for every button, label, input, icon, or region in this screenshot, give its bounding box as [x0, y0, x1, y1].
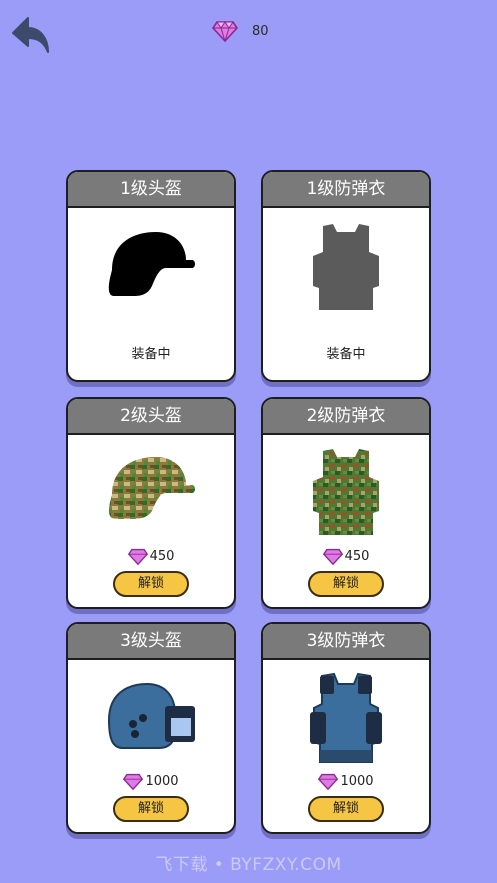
armor-card-helmet-2[interactable]: 2级头盔 450 解锁	[66, 397, 236, 609]
vest-silhouette-icon	[263, 222, 429, 314]
price-row: 1000	[263, 773, 429, 790]
armor-card-vest-2[interactable]: 2级防弹衣 450 解锁	[261, 397, 431, 609]
visor-helmet-icon	[68, 680, 234, 752]
gem-count: 80	[252, 23, 269, 39]
diamond-icon	[212, 21, 238, 42]
price-value: 450	[149, 549, 175, 564]
card-title: 1级防弹衣	[263, 172, 429, 208]
price-row: 450	[68, 548, 234, 565]
camo-helmet-icon	[68, 453, 234, 523]
armor-card-vest-1[interactable]: 1级防弹衣 装备中	[261, 170, 431, 382]
watermark: 飞下载 • BYFZXY.COM	[155, 855, 342, 875]
unlock-button[interactable]: 解锁	[113, 571, 189, 597]
armor-card-helmet-1[interactable]: 1级头盔 装备中	[66, 170, 236, 382]
diamond-icon	[322, 548, 343, 565]
helmet-silhouette-icon	[68, 230, 234, 300]
unlock-button[interactable]: 解锁	[308, 796, 384, 822]
back-arrow-icon	[12, 17, 49, 53]
diamond-icon	[127, 548, 148, 565]
armor-card-vest-3[interactable]: 3级防弹衣 1000 解锁	[261, 622, 431, 834]
equipped-label: 装备中	[326, 347, 366, 362]
back-button[interactable]	[10, 14, 54, 58]
price-value: 1000	[340, 774, 374, 789]
price-value: 450	[344, 549, 370, 564]
price-row: 1000	[68, 773, 234, 790]
card-title: 2级头盔	[68, 399, 234, 435]
tactical-vest-icon	[263, 672, 429, 766]
equipped-label: 装备中	[131, 347, 171, 362]
gem-counter: 80	[212, 18, 269, 44]
price-row: 450	[263, 548, 429, 565]
camo-vest-icon	[263, 447, 429, 539]
armor-card-helmet-3[interactable]: 3级头盔 1000 解锁	[66, 622, 236, 834]
card-title: 3级头盔	[68, 624, 234, 660]
diamond-icon	[318, 773, 339, 790]
diamond-icon	[123, 773, 144, 790]
card-title: 2级防弹衣	[263, 399, 429, 435]
card-title: 3级防弹衣	[263, 624, 429, 660]
unlock-button[interactable]: 解锁	[113, 796, 189, 822]
unlock-button[interactable]: 解锁	[308, 571, 384, 597]
card-title: 1级头盔	[68, 172, 234, 208]
price-value: 1000	[145, 774, 179, 789]
